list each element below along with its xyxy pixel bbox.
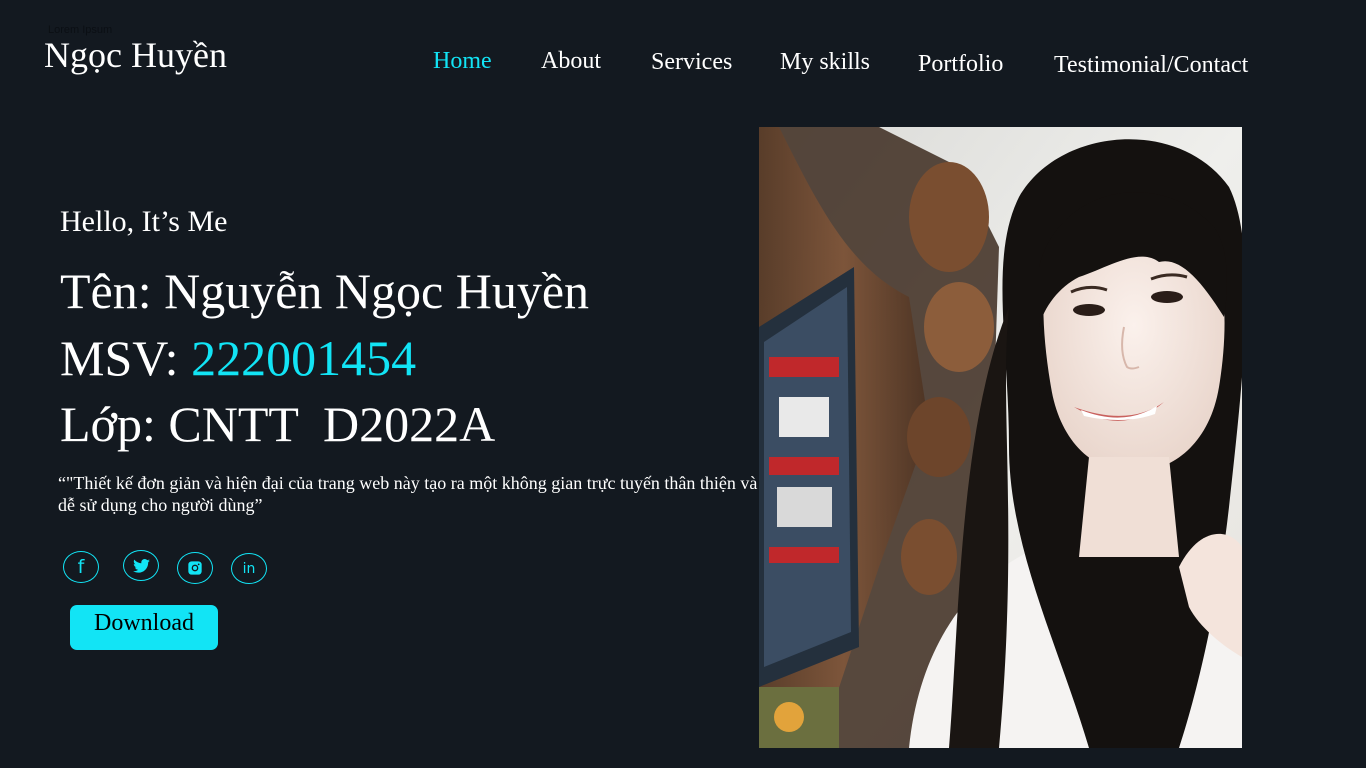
facebook-icon: f — [77, 555, 85, 578]
instagram-link[interactable] — [177, 552, 213, 584]
page: Lorem Ipsum Ngọc Huyền Home About Servic… — [0, 0, 1366, 768]
download-button[interactable]: Download — [70, 605, 218, 650]
hero-student-id: MSV: 222001454 — [60, 329, 416, 387]
nav-testimonial-contact[interactable]: Testimonial/Contact — [1054, 52, 1248, 79]
download-button-label: Download — [94, 610, 194, 636]
twitter-link[interactable] — [123, 550, 159, 581]
site-logo[interactable]: Ngọc Huyền — [44, 35, 227, 76]
nav-home[interactable]: Home — [433, 48, 492, 75]
facebook-link[interactable]: f — [63, 551, 99, 583]
linkedin-link[interactable]: in — [231, 553, 267, 584]
hero-quote: “"Thiết kế đơn giản và hiện đại của tran… — [58, 473, 758, 515]
nav-portfolio[interactable]: Portfolio — [918, 51, 1003, 78]
nav-my-skills[interactable]: My skills — [780, 49, 870, 76]
linkedin-icon: in — [242, 560, 256, 577]
instagram-icon — [188, 561, 202, 575]
twitter-icon — [132, 558, 150, 573]
nav-services[interactable]: Services — [651, 49, 732, 76]
hero-name: Tên: Nguyễn Ngọc Huyền — [60, 263, 590, 319]
nav-about[interactable]: About — [541, 48, 601, 75]
student-id-value: 222001454 — [191, 330, 417, 386]
hero-class: Lớp: CNTT D2022A — [60, 396, 496, 452]
hero-greeting: Hello, It’s Me — [60, 205, 228, 238]
student-id-label: MSV: — [60, 330, 192, 386]
profile-photo — [759, 127, 1242, 748]
